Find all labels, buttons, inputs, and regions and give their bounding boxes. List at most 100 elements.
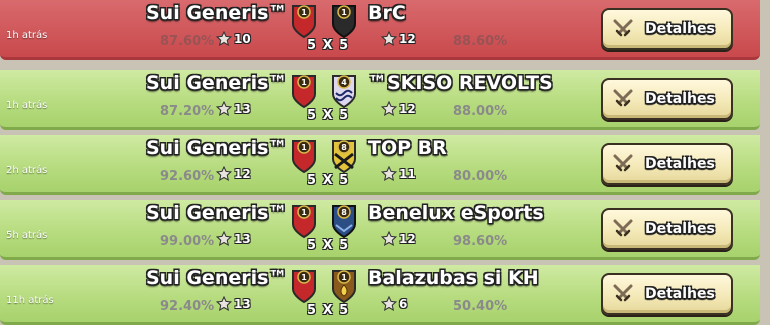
war-time: 1h atrás	[6, 100, 48, 111]
war-log-row: 5h atrás Sui Generis™ Benelux eSports 99…	[0, 200, 760, 260]
war-time: 1h atrás	[6, 30, 48, 41]
home-stars: 13	[216, 101, 251, 117]
home-badge-level: 1	[301, 143, 307, 152]
opponent-stars: 6	[381, 296, 407, 312]
opponent-stars: 12	[381, 31, 416, 47]
opponent-badge-level: 4	[341, 78, 347, 87]
home-star-count: 10	[234, 32, 251, 46]
opponent-clan-name: BrC	[368, 2, 406, 24]
home-stars: 13	[216, 296, 251, 312]
details-button[interactable]: Detalhes	[601, 208, 733, 250]
war-time: 2h atrás	[6, 165, 48, 176]
home-destruction-percent: 92.60%	[160, 169, 215, 184]
home-clan-badge-icon: 1	[290, 268, 318, 304]
home-clan-name: Sui Generis™	[146, 137, 288, 159]
crossed-swords-icon	[611, 152, 635, 176]
details-button[interactable]: Detalhes	[601, 78, 733, 120]
opponent-stars: 12	[381, 101, 416, 117]
details-button-label: Detalhes	[645, 156, 715, 172]
war-size: 5 X 5	[307, 303, 350, 318]
opponent-clan-badge-icon: 1	[330, 268, 358, 304]
details-button[interactable]: Detalhes	[601, 143, 733, 185]
war-log-row: 1h atrás Sui Generis™ BrC 87.60% 10 1 5 …	[0, 0, 760, 60]
opponent-clan-badge-icon: 8	[330, 138, 358, 174]
crossed-swords-icon	[611, 282, 635, 306]
home-clan-badge-icon: 1	[290, 203, 318, 239]
details-button-label: Detalhes	[645, 91, 715, 107]
home-destruction-percent: 99.00%	[160, 234, 215, 249]
details-button-label: Detalhes	[645, 21, 715, 37]
star-icon	[381, 231, 397, 247]
opponent-star-count: 11	[399, 167, 416, 181]
star-icon	[381, 101, 397, 117]
home-badge-level: 1	[301, 273, 307, 282]
opponent-destruction-percent: 98.60%	[453, 234, 508, 249]
war-log-row: 11h atrás Sui Generis™ Balazubas si KH 9…	[0, 265, 760, 325]
opponent-badge-level: 1	[341, 273, 347, 282]
star-icon	[216, 31, 232, 47]
details-button[interactable]: Detalhes	[601, 273, 733, 315]
opponent-clan-name: ™SKISO REVOLTS	[368, 72, 553, 94]
opponent-badge-level: 8	[341, 143, 347, 152]
star-icon	[381, 296, 397, 312]
star-icon	[216, 166, 232, 182]
star-icon	[216, 296, 232, 312]
home-badge-level: 1	[301, 208, 307, 217]
crossed-swords-icon	[611, 217, 635, 241]
opponent-star-count: 12	[399, 32, 416, 46]
opponent-star-count: 12	[399, 232, 416, 246]
war-time: 5h atrás	[6, 230, 48, 241]
home-clan-name: Sui Generis™	[146, 202, 288, 224]
home-stars: 12	[216, 166, 251, 182]
opponent-clan-badge-icon: 8	[330, 203, 358, 239]
details-button-label: Detalhes	[645, 286, 715, 302]
crossed-swords-icon	[611, 17, 635, 41]
war-size: 5 X 5	[307, 238, 350, 253]
opponent-stars: 12	[381, 231, 416, 247]
war-size: 5 X 5	[307, 173, 350, 188]
opponent-destruction-percent: 50.40%	[453, 299, 508, 314]
home-destruction-percent: 87.20%	[160, 104, 215, 119]
opponent-destruction-percent: 88.00%	[453, 104, 508, 119]
opponent-clan-name: TOP BR	[368, 137, 447, 159]
opponent-stars: 11	[381, 166, 416, 182]
star-icon	[216, 231, 232, 247]
home-clan-badge-icon: 1	[290, 3, 318, 39]
home-clan-badge-icon: 1	[290, 138, 318, 174]
war-size: 5 X 5	[307, 38, 350, 53]
star-icon	[216, 101, 232, 117]
home-star-count: 12	[234, 167, 251, 181]
opponent-destruction-percent: 88.60%	[453, 34, 508, 49]
home-destruction-percent: 92.40%	[160, 299, 215, 314]
opponent-clan-badge-icon: 4	[330, 73, 358, 109]
war-log-list: 1h atrás Sui Generis™ BrC 87.60% 10 1 5 …	[0, 0, 770, 325]
opponent-badge-level: 8	[341, 208, 347, 217]
war-size: 5 X 5	[307, 108, 350, 123]
details-button[interactable]: Detalhes	[601, 8, 733, 50]
opponent-clan-name: Balazubas si KH	[368, 267, 539, 289]
home-stars: 13	[216, 231, 251, 247]
home-clan-name: Sui Generis™	[146, 2, 288, 24]
home-stars: 10	[216, 31, 251, 47]
war-log-row: 1h atrás Sui Generis™ ™SKISO REVOLTS 87.…	[0, 70, 760, 130]
home-clan-name: Sui Generis™	[146, 267, 288, 289]
star-icon	[381, 31, 397, 47]
opponent-badge-level: 1	[341, 8, 347, 17]
home-destruction-percent: 87.60%	[160, 34, 215, 49]
home-badge-level: 1	[301, 8, 307, 17]
star-icon	[381, 166, 397, 182]
details-button-label: Detalhes	[645, 221, 715, 237]
opponent-destruction-percent: 80.00%	[453, 169, 508, 184]
crossed-swords-icon	[611, 87, 635, 111]
opponent-star-count: 6	[399, 297, 408, 311]
opponent-star-count: 12	[399, 102, 416, 116]
home-star-count: 13	[234, 297, 251, 311]
opponent-clan-badge-icon: 1	[330, 3, 358, 39]
home-clan-name: Sui Generis™	[146, 72, 288, 94]
war-log-row: 2h atrás Sui Generis™ TOP BR 92.60% 12 1…	[0, 135, 760, 195]
opponent-clan-name: Benelux eSports	[368, 202, 544, 224]
war-time: 11h atrás	[6, 295, 54, 306]
home-star-count: 13	[234, 232, 251, 246]
home-badge-level: 1	[301, 78, 307, 87]
home-star-count: 13	[234, 102, 251, 116]
